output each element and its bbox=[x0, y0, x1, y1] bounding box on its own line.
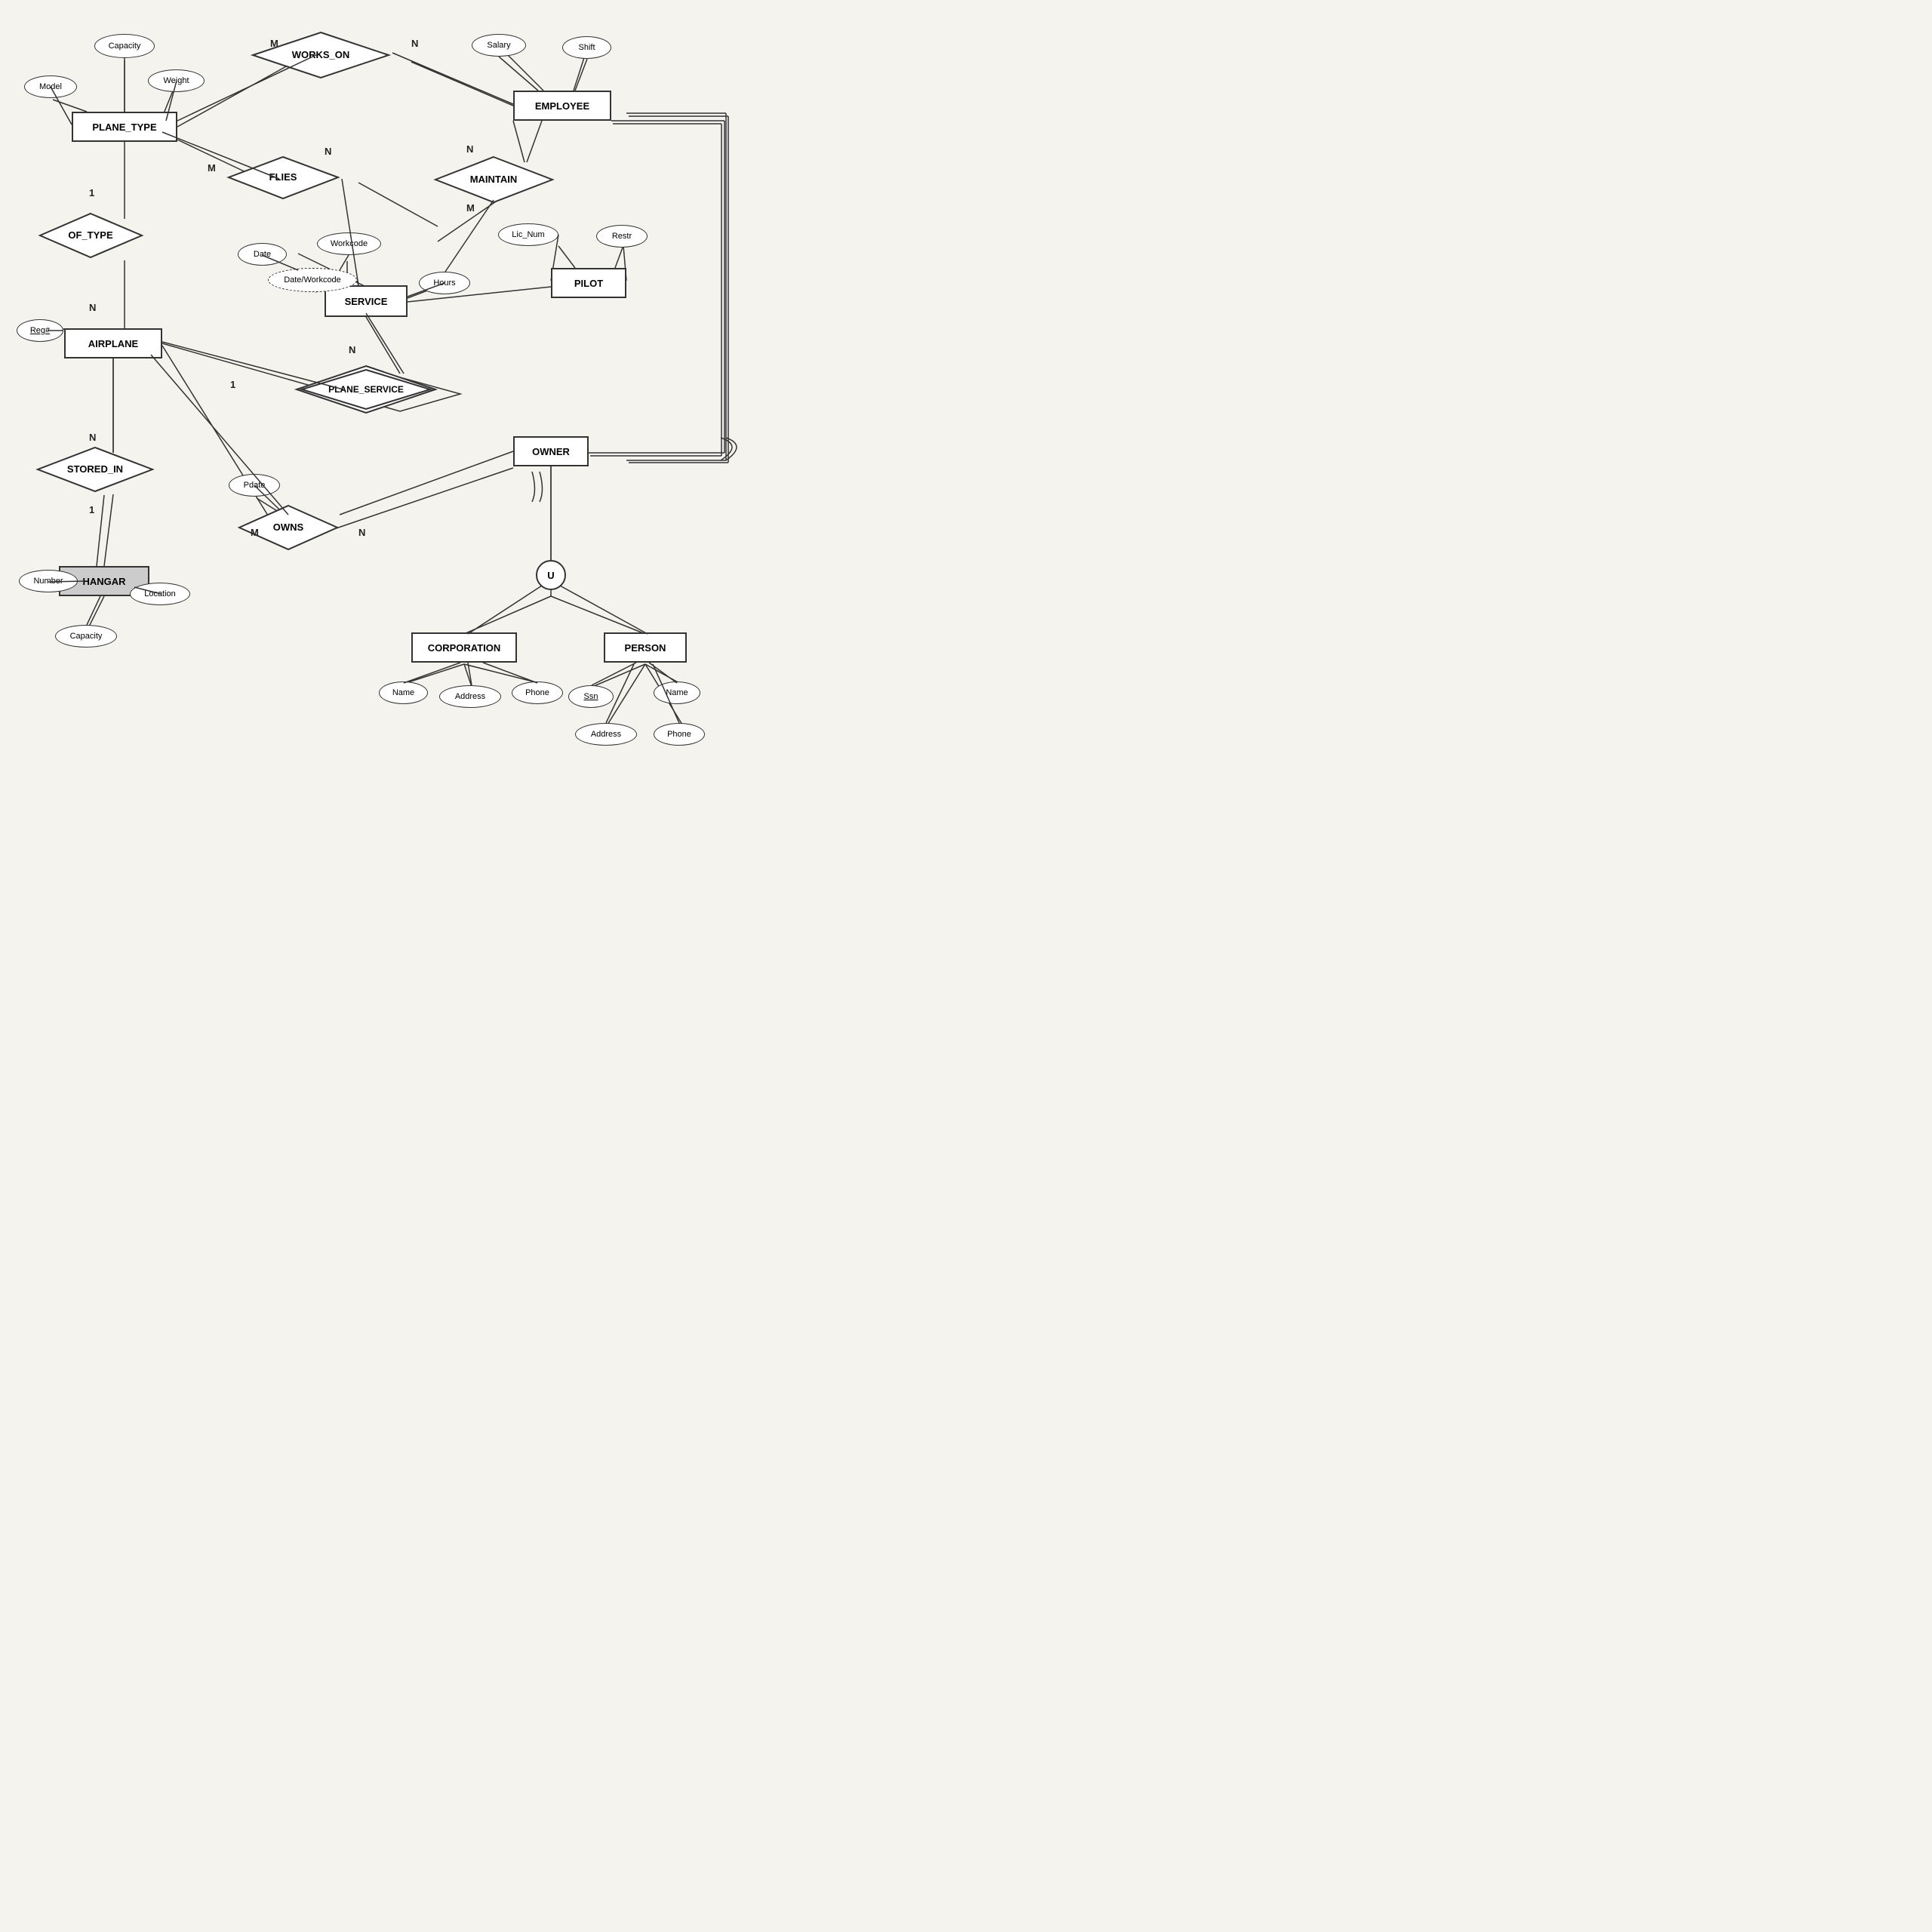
entity-owner: OWNER bbox=[513, 436, 589, 466]
card-maintain-n: N bbox=[466, 143, 473, 155]
attribute-capacity-pt: Capacity bbox=[94, 34, 155, 58]
card-stored-n: N bbox=[89, 432, 96, 443]
svg-text:STORED_IN: STORED_IN bbox=[67, 463, 123, 475]
entity-corporation: CORPORATION bbox=[411, 632, 517, 663]
attribute-salary: Salary bbox=[472, 34, 526, 57]
attribute-reg-num: Reg# bbox=[17, 319, 63, 342]
card-stored-1: 1 bbox=[89, 504, 94, 515]
card-works-on-n: N bbox=[411, 38, 418, 49]
subset-arcs bbox=[525, 464, 577, 502]
attribute-workcode: Workcode bbox=[317, 232, 381, 255]
entity-plane-type: PLANE_TYPE bbox=[72, 112, 177, 142]
svg-text:OWNS: OWNS bbox=[273, 521, 304, 533]
diamond-works-on: WORKS_ON bbox=[249, 29, 392, 82]
attribute-pdate: Pdate bbox=[229, 474, 280, 497]
card-plane-service-1: 1 bbox=[230, 379, 235, 390]
card-maintain-m: M bbox=[466, 202, 475, 214]
attribute-location-h: Location bbox=[130, 583, 190, 605]
attribute-restr: Restr bbox=[596, 225, 648, 248]
entity-pilot: PILOT bbox=[551, 268, 626, 298]
attribute-ssn: Ssn bbox=[568, 685, 614, 708]
attribute-address-corp: Address bbox=[439, 685, 501, 708]
svg-text:OF_TYPE: OF_TYPE bbox=[68, 229, 113, 241]
diamond-plane-service: PLANE_SERVICE bbox=[291, 362, 441, 417]
attribute-name-corp: Name bbox=[379, 681, 428, 704]
diamond-stored-in: STORED_IN bbox=[34, 444, 156, 495]
card-of-type-1: 1 bbox=[89, 187, 94, 198]
attribute-lic-num: Lic_Num bbox=[498, 223, 558, 246]
entity-airplane: AIRPLANE bbox=[64, 328, 162, 358]
card-owns-m: M bbox=[251, 527, 259, 538]
diamond-flies: FLIES bbox=[225, 153, 342, 202]
attribute-address-person: Address bbox=[575, 723, 637, 746]
attribute-weight: Weight bbox=[148, 69, 205, 92]
entity-employee: EMPLOYEE bbox=[513, 91, 611, 121]
entity-person: PERSON bbox=[604, 632, 687, 663]
card-of-type-n: N bbox=[89, 302, 96, 313]
svg-text:FLIES: FLIES bbox=[269, 171, 297, 183]
er-diagram: PLANE_TYPE AIRPLANE HANGAR SERVICE EMPLO… bbox=[0, 0, 755, 755]
specialization-u: U bbox=[536, 560, 566, 590]
card-works-on-m: M bbox=[270, 38, 278, 49]
attribute-date-workcode: Date/Workcode bbox=[268, 268, 357, 292]
card-plane-service-n: N bbox=[349, 344, 355, 355]
attribute-shift: Shift bbox=[562, 36, 611, 59]
attribute-phone-person: Phone bbox=[654, 723, 705, 746]
card-flies-m: M bbox=[208, 162, 216, 174]
card-flies-n: N bbox=[325, 146, 331, 157]
svg-text:MAINTAIN: MAINTAIN bbox=[470, 174, 518, 185]
attribute-number-h: Number bbox=[19, 570, 78, 592]
svg-text:PLANE_SERVICE: PLANE_SERVICE bbox=[328, 384, 404, 395]
attribute-phone-corp: Phone bbox=[512, 681, 563, 704]
card-owns-n: N bbox=[358, 527, 365, 538]
diamond-of-type: OF_TYPE bbox=[36, 210, 146, 261]
attribute-name-person: Name bbox=[654, 681, 700, 704]
diamond-maintain: MAINTAIN bbox=[432, 153, 556, 206]
attribute-capacity-h: Capacity bbox=[55, 625, 117, 648]
attribute-date: Date bbox=[238, 243, 287, 266]
svg-text:WORKS_ON: WORKS_ON bbox=[292, 49, 350, 60]
attribute-model: Model bbox=[24, 75, 77, 98]
attribute-hours: Hours bbox=[419, 272, 470, 294]
